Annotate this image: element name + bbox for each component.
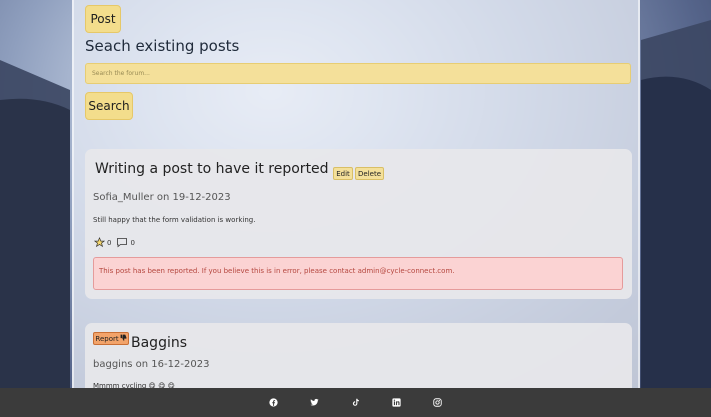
reported-alert: This post has been reported. If you beli… — [93, 257, 623, 290]
search-button[interactable]: Search — [85, 92, 133, 120]
star-icon[interactable] — [94, 237, 105, 248]
twitter-icon[interactable] — [307, 395, 322, 410]
post-stats: 0 0 — [94, 237, 135, 248]
delete-button[interactable]: Delete — [355, 167, 384, 180]
comments-count: 0 — [130, 238, 135, 247]
post-body: Still happy that the form validation is … — [93, 216, 256, 224]
post-card: Writing a post to have it reported Edit … — [85, 149, 632, 299]
post-title[interactable]: Baggins — [131, 335, 187, 351]
search-input[interactable] — [85, 63, 631, 84]
linkedin-icon[interactable] — [389, 395, 404, 410]
post-meta: Sofia_Muller on 19-12-2023 — [93, 192, 231, 203]
likes-count: 0 — [107, 238, 112, 247]
thumbs-down-icon — [120, 334, 127, 343]
post-meta: baggins on 16-12-2023 — [93, 359, 210, 370]
report-label: Report — [95, 334, 119, 343]
post-button[interactable]: Post — [85, 5, 121, 33]
facebook-icon[interactable] — [266, 395, 281, 410]
edit-button[interactable]: Edit — [333, 167, 353, 180]
footer — [0, 388, 711, 417]
comment-icon[interactable] — [116, 237, 128, 248]
tiktok-icon[interactable] — [348, 395, 363, 410]
post-title[interactable]: Writing a post to have it reported — [95, 161, 329, 177]
search-heading: Seach existing posts — [85, 37, 240, 55]
main-container: Post Seach existing posts Search Writing… — [72, 0, 640, 417]
report-button[interactable]: Report — [93, 332, 129, 345]
instagram-icon[interactable] — [430, 395, 445, 410]
